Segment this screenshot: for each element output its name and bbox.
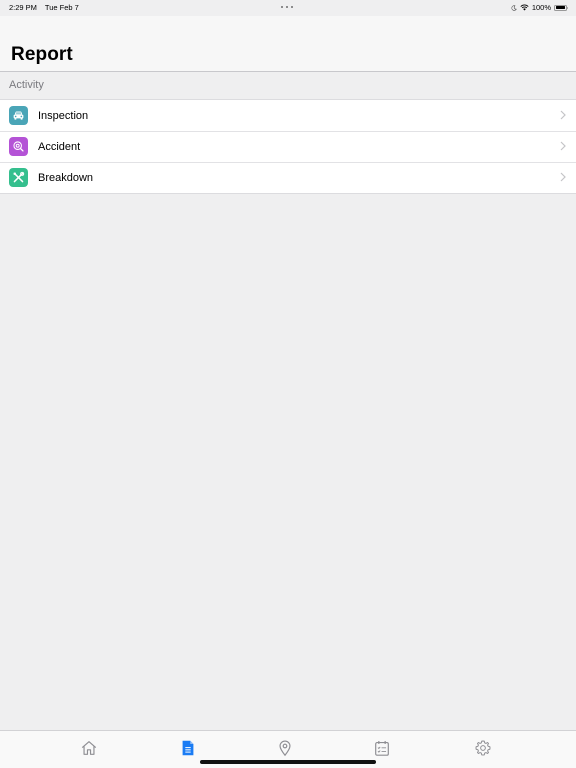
list-item-breakdown[interactable]: Breakdown: [0, 162, 576, 193]
battery-icon: [554, 4, 569, 11]
location-icon: [279, 740, 291, 757]
calendar-checklist-icon: [375, 740, 389, 756]
status-left: 2:29 PM Tue Feb 7: [9, 3, 85, 12]
car-icon: [9, 106, 28, 125]
status-date: Tue Feb 7: [44, 3, 79, 12]
nav-header: Report: [0, 16, 576, 72]
settings-icon: [475, 740, 491, 756]
report-icon: [182, 740, 194, 756]
multitasking-dots-icon[interactable]: [281, 4, 295, 10]
tab-report[interactable]: [177, 737, 199, 759]
wifi-icon: [520, 4, 529, 11]
chevron-right-icon: [560, 172, 566, 182]
chevron-right-icon: [560, 110, 566, 120]
accident-icon: [9, 137, 28, 156]
list-item-label: Inspection: [38, 109, 89, 122]
list-item-accident[interactable]: Accident: [0, 131, 576, 162]
tab-home[interactable]: [78, 737, 100, 759]
tab-location[interactable]: [274, 737, 296, 759]
tab-schedule[interactable]: [371, 737, 393, 759]
status-time: 2:29 PM: [9, 3, 37, 12]
home-indicator[interactable]: [200, 760, 376, 764]
list-item-inspection[interactable]: Inspection: [0, 100, 576, 131]
tools-icon: [9, 168, 28, 187]
section-header-activity: Activity: [9, 79, 44, 91]
list-item-label: Breakdown: [38, 171, 94, 184]
list-item-label: Accident: [38, 140, 81, 153]
chevron-right-icon: [560, 141, 566, 151]
page-title: Report: [11, 44, 73, 65]
status-bar: 2:29 PM Tue Feb 7 100%: [0, 0, 576, 16]
tab-settings[interactable]: [472, 737, 494, 759]
battery-percent: 100%: [531, 3, 551, 12]
home-icon: [81, 741, 97, 755]
status-right: 100%: [511, 3, 569, 12]
moon-icon: [511, 4, 517, 11]
screen: 2:29 PM Tue Feb 7 100% Report Activity I…: [0, 0, 576, 768]
activity-list: Inspection Accident Breakdown: [0, 99, 576, 194]
